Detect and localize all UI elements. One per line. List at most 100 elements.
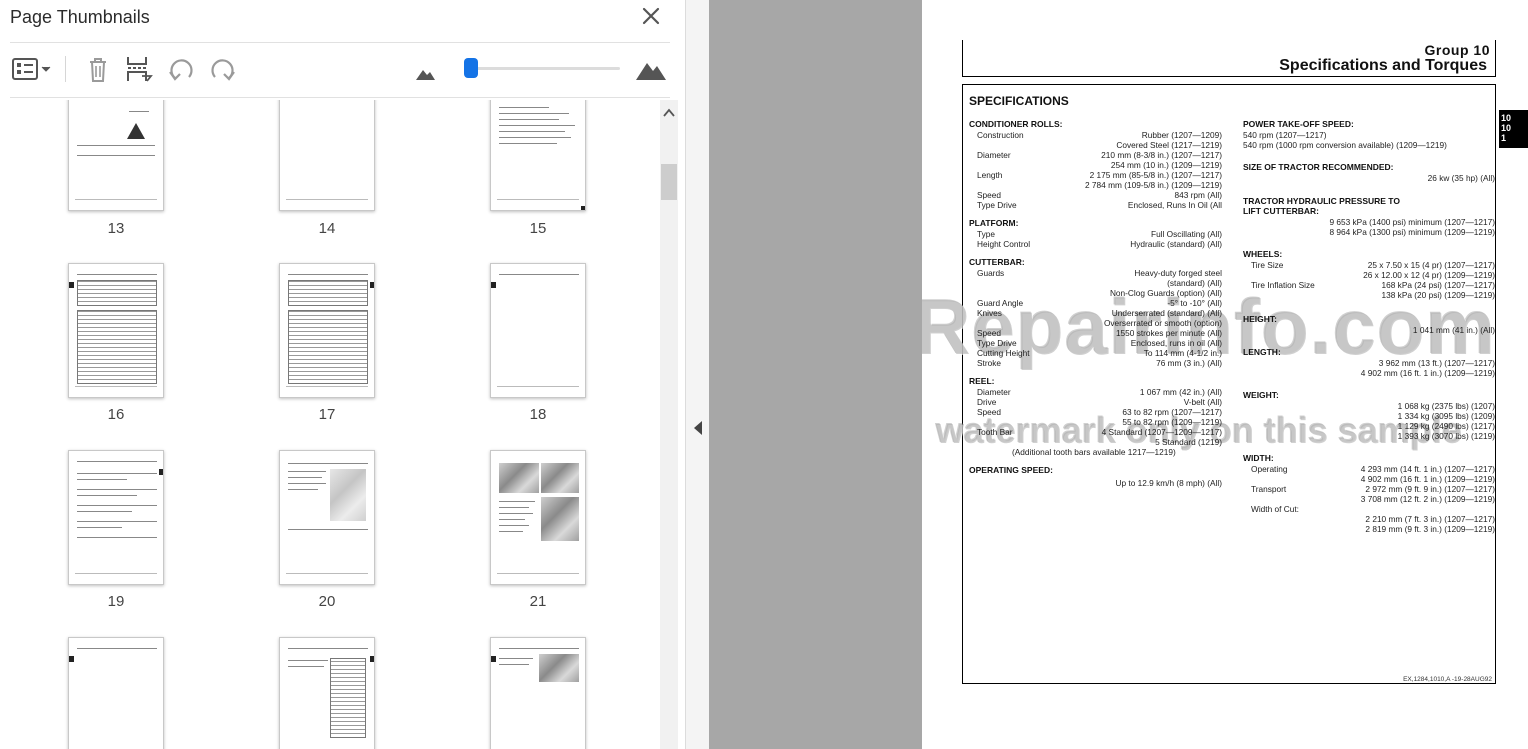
spec-value: Rubber (1207—1209) bbox=[1141, 130, 1222, 140]
spec-value: -5° to -10° (All) bbox=[1167, 298, 1222, 308]
toolbar-divider bbox=[10, 97, 670, 98]
spec-section-title: WIDTH: bbox=[1243, 453, 1274, 463]
toolbar-separator bbox=[65, 56, 66, 82]
trash-icon bbox=[90, 58, 106, 82]
spec-value: 63 to 82 rpm (1207—1217) bbox=[1122, 407, 1222, 417]
spec-section-title: TRACTOR HYDRAULIC PRESSURE TO bbox=[1243, 196, 1400, 206]
page-thumbnail-16[interactable] bbox=[68, 263, 164, 398]
section-tab-line: 1 bbox=[1501, 133, 1507, 143]
spec-value: 3 962 mm (13 ft.) (1207—1217) bbox=[1378, 358, 1495, 368]
scroll-up-button[interactable] bbox=[660, 106, 678, 120]
page-thumbnail-18[interactable] bbox=[490, 263, 586, 398]
page-thumbnail[interactable] bbox=[490, 637, 586, 749]
page-thumbnail-21[interactable] bbox=[490, 450, 586, 585]
page-thumbnail-20[interactable] bbox=[279, 450, 375, 585]
spec-value: 55 to 82 rpm (1209—1219) bbox=[1122, 417, 1222, 427]
spec-value: Enclosed, Runs In Oil (All bbox=[1127, 200, 1222, 210]
thumbnail-grid: 13 14 15 16 17 18 19 20 21 bbox=[10, 100, 658, 749]
panel-title: Page Thumbnails bbox=[10, 7, 150, 27]
spec-value: 540 rpm (1000 rpm conversion available) … bbox=[1243, 140, 1447, 150]
page-number: 20 bbox=[318, 593, 336, 610]
spec-section-title: LENGTH: bbox=[1243, 347, 1281, 357]
spec-section-title: OPERATING SPEED: bbox=[969, 465, 1053, 475]
thumbnail-options-button[interactable] bbox=[10, 54, 56, 84]
rotate-counterclockwise-button[interactable] bbox=[166, 54, 196, 84]
spec-value: 5 Standard (1219) bbox=[1155, 437, 1222, 447]
spec-label: Diameter bbox=[977, 387, 1011, 397]
spec-value: Enclosed, runs in oil (All) bbox=[1130, 338, 1222, 348]
spec-label: Height Control bbox=[977, 239, 1031, 249]
rotate-clockwise-button[interactable] bbox=[208, 54, 238, 84]
spec-value: 1 334 kg (3095 lbs) (1209) bbox=[1397, 411, 1495, 421]
thumbnail-scrollbar[interactable] bbox=[660, 100, 678, 749]
page-thumbnail[interactable] bbox=[279, 637, 375, 749]
spec-value: Up to 12.9 km/h (8 mph) (All) bbox=[1115, 478, 1222, 488]
spec-value: 26 kw (35 hp) (All) bbox=[1427, 173, 1495, 183]
page-thumbnail-13[interactable] bbox=[68, 100, 164, 211]
zoom-slider-track[interactable] bbox=[466, 67, 620, 70]
spec-section-title: LIFT CUTTERBAR: bbox=[1243, 206, 1320, 216]
page-thumbnails-panel: Page Thumbnails 13 14 15 16 17 18 19 20 … bbox=[0, 0, 685, 749]
zoom-slider-thumb[interactable] bbox=[464, 58, 478, 78]
page-number: 21 bbox=[529, 593, 547, 610]
spec-value: 254 mm (10 in.) (1209—1219) bbox=[1110, 160, 1222, 170]
panel-splitter[interactable] bbox=[685, 0, 709, 749]
spec-value: 2 175 mm (85-5/8 in.) (1207—1217) bbox=[1089, 170, 1222, 180]
spec-value: 138 kPa (20 psi) (1209—1219) bbox=[1381, 290, 1495, 300]
spec-section-title: WHEELS: bbox=[1243, 249, 1283, 259]
document-background bbox=[709, 0, 922, 749]
spec-value: 9 653 kPa (1400 psi) minimum (1207—1217) bbox=[1329, 217, 1495, 227]
section-tab: 10 10 1 bbox=[1499, 110, 1528, 148]
spec-label: Tire Inflation Size bbox=[1251, 280, 1315, 290]
spec-label: Knives bbox=[977, 308, 1002, 318]
zoom-out-button[interactable] bbox=[414, 54, 436, 84]
spec-value: Hydraulic (standard) (All) bbox=[1130, 239, 1222, 249]
small-mountain-icon bbox=[416, 70, 435, 80]
delete-pages-button[interactable] bbox=[84, 54, 112, 84]
scrollbar-thumb[interactable] bbox=[661, 164, 677, 200]
page-content-box bbox=[962, 84, 1496, 684]
large-mountain-icon bbox=[636, 63, 666, 80]
page-thumbnail[interactable] bbox=[68, 637, 164, 749]
spec-value: 2 784 mm (109-5/8 in.) (1209—1219) bbox=[1085, 180, 1222, 190]
group-label: Group 10 bbox=[1424, 42, 1490, 58]
group-subtitle: Specifications and Torques bbox=[1279, 57, 1487, 74]
page-number: 17 bbox=[318, 406, 336, 423]
page-number: 19 bbox=[107, 593, 125, 610]
spec-label: Speed bbox=[977, 328, 1001, 338]
spec-value: 1 129 kg (2490 lbs) (1217) bbox=[1397, 421, 1495, 431]
page-thumbnail-17[interactable] bbox=[279, 263, 375, 398]
spec-label: Guards bbox=[977, 268, 1005, 278]
spec-label: Cutting Height bbox=[977, 348, 1030, 358]
page-thumbnail-19[interactable] bbox=[68, 450, 164, 585]
spec-value: 2 819 mm (9 ft. 3 in.) (1209—1219) bbox=[1365, 524, 1495, 534]
document-page: Group 10 Specifications and Torques 10 1… bbox=[922, 0, 1528, 749]
spec-value: Underserrated (standard) (All) bbox=[1111, 308, 1222, 318]
insert-pages-button[interactable] bbox=[124, 54, 154, 84]
page-number: 14 bbox=[318, 220, 336, 237]
page-thumbnail-14[interactable] bbox=[279, 100, 375, 211]
spec-value: 1 041 mm (41 in.) (All) bbox=[1412, 325, 1495, 335]
spec-label: Type Drive bbox=[977, 338, 1017, 348]
section-tab-line: 10 bbox=[1501, 113, 1512, 123]
close-panel-button[interactable] bbox=[640, 5, 662, 27]
spec-value: 4 902 mm (16 ft. 1 in.) (1209—1219) bbox=[1360, 474, 1495, 484]
spec-section-title: HEIGHT: bbox=[1243, 314, 1277, 324]
zoom-in-button[interactable] bbox=[634, 54, 668, 84]
spec-value: 26 x 12.00 x 12 (4 pr) (1209—1219) bbox=[1363, 270, 1495, 280]
spec-label: Diameter bbox=[977, 150, 1011, 160]
spec-value: 4 293 mm (14 ft. 1 in.) (1207—1217) bbox=[1360, 464, 1495, 474]
panel-divider bbox=[10, 42, 670, 43]
spec-value: 2 210 mm (7 ft. 3 in.) (1207—1217) bbox=[1365, 514, 1495, 524]
spec-label: Guard Angle bbox=[977, 298, 1024, 308]
page-thumbnail-15[interactable] bbox=[490, 100, 586, 211]
spec-value: To 114 mm (4-1/2 in.) bbox=[1143, 348, 1222, 358]
thumbnail-toolbar bbox=[0, 48, 685, 94]
spec-section-title: POWER TAKE-OFF SPEED: bbox=[1243, 119, 1354, 129]
spec-value: 76 mm (3 in.) (All) bbox=[1156, 358, 1222, 368]
spec-value: 4 902 mm (16 ft. 1 in.) (1209—1219) bbox=[1360, 368, 1495, 378]
spec-label: Type bbox=[977, 229, 995, 239]
collapse-panel-arrow-icon[interactable] bbox=[694, 421, 702, 435]
insert-pages-icon bbox=[127, 57, 153, 82]
spec-value: Non-Clog Guards (option) (All) bbox=[1109, 288, 1222, 298]
